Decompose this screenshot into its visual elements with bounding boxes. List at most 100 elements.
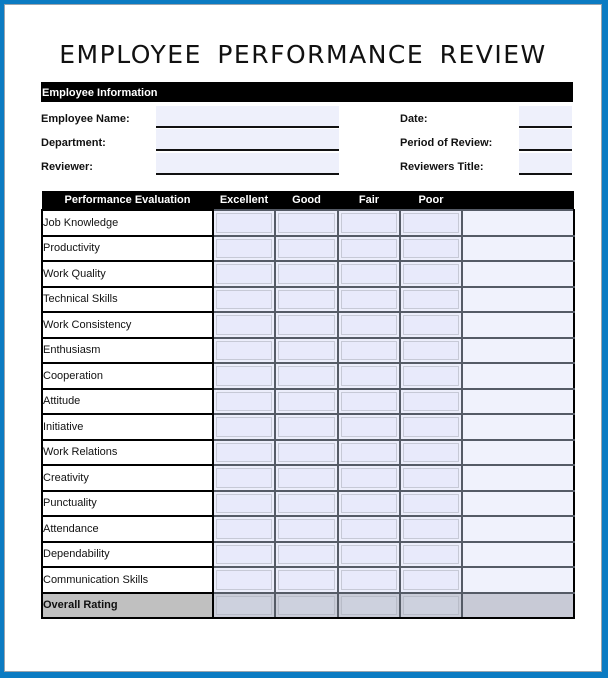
rating-cell-poor[interactable] xyxy=(399,464,463,492)
rating-input-fair[interactable] xyxy=(341,493,397,513)
rating-cell-good[interactable] xyxy=(274,260,339,288)
rating-cell-fair[interactable] xyxy=(337,311,401,339)
rating-cell-fair[interactable] xyxy=(337,489,401,517)
comment-field[interactable] xyxy=(461,438,575,466)
reviewers-title-field[interactable] xyxy=(519,153,572,175)
rating-cell-good[interactable] xyxy=(274,464,339,492)
rating-input-excellent[interactable] xyxy=(216,366,272,386)
rating-input-poor[interactable] xyxy=(403,289,459,309)
rating-cell-good[interactable] xyxy=(274,234,339,262)
rating-input-poor[interactable] xyxy=(403,493,459,513)
rating-cell-poor[interactable] xyxy=(399,362,463,390)
rating-input-good[interactable] xyxy=(278,570,335,590)
rating-input-good[interactable] xyxy=(278,238,335,258)
rating-input-poor[interactable] xyxy=(403,264,459,284)
rating-cell-excellent[interactable] xyxy=(212,387,276,415)
rating-cell-good[interactable] xyxy=(274,540,339,568)
rating-cell-excellent[interactable] xyxy=(212,209,276,237)
rating-input-good[interactable] xyxy=(278,315,335,335)
rating-cell-poor[interactable] xyxy=(399,489,463,517)
rating-input-excellent[interactable] xyxy=(216,442,272,462)
rating-input-excellent[interactable] xyxy=(216,391,272,411)
rating-cell-fair[interactable] xyxy=(337,336,401,364)
rating-cell-fair[interactable] xyxy=(337,515,401,543)
rating-cell-good[interactable] xyxy=(274,311,339,339)
rating-cell-excellent[interactable] xyxy=(212,413,276,441)
rating-cell-excellent[interactable] xyxy=(212,311,276,339)
comment-field[interactable] xyxy=(461,260,575,288)
employee-name-field[interactable] xyxy=(156,106,339,128)
rating-input-good[interactable] xyxy=(278,213,335,233)
rating-input-poor[interactable] xyxy=(403,442,459,462)
rating-cell-excellent[interactable] xyxy=(212,489,276,517)
rating-cell-good[interactable] xyxy=(274,209,339,237)
comment-field[interactable] xyxy=(461,515,575,543)
rating-input-fair[interactable] xyxy=(341,570,397,590)
rating-cell-excellent[interactable] xyxy=(212,285,276,313)
rating-input-fair[interactable] xyxy=(341,366,397,386)
rating-cell-fair[interactable] xyxy=(337,438,401,466)
rating-cell-poor[interactable] xyxy=(399,438,463,466)
department-field[interactable] xyxy=(156,129,339,151)
comment-field[interactable] xyxy=(461,540,575,568)
rating-cell-excellent[interactable] xyxy=(212,336,276,364)
rating-input-fair[interactable] xyxy=(341,213,397,233)
rating-input-excellent[interactable] xyxy=(216,264,272,284)
rating-cell-good[interactable] xyxy=(274,566,339,594)
rating-cell-poor[interactable] xyxy=(399,515,463,543)
period-of-review-field[interactable] xyxy=(519,129,572,151)
rating-input-good[interactable] xyxy=(278,519,335,539)
comment-field[interactable] xyxy=(461,413,575,441)
comment-field[interactable] xyxy=(461,285,575,313)
rating-cell-fair[interactable] xyxy=(337,362,401,390)
rating-cell-good[interactable] xyxy=(274,413,339,441)
rating-cell-good[interactable] xyxy=(274,438,339,466)
comment-field[interactable] xyxy=(461,464,575,492)
rating-cell-excellent[interactable] xyxy=(212,362,276,390)
rating-input-fair[interactable] xyxy=(341,595,397,615)
rating-input-good[interactable] xyxy=(278,417,335,437)
rating-input-good[interactable] xyxy=(278,340,335,360)
rating-input-excellent[interactable] xyxy=(216,570,272,590)
rating-input-excellent[interactable] xyxy=(216,468,272,488)
rating-cell-fair[interactable] xyxy=(337,413,401,441)
rating-cell-excellent[interactable] xyxy=(212,515,276,543)
rating-cell-excellent[interactable] xyxy=(212,566,276,594)
rating-cell-fair[interactable] xyxy=(337,591,401,619)
rating-input-poor[interactable] xyxy=(403,519,459,539)
rating-cell-poor[interactable] xyxy=(399,566,463,594)
rating-cell-good[interactable] xyxy=(274,591,339,619)
rating-cell-excellent[interactable] xyxy=(212,438,276,466)
rating-input-fair[interactable] xyxy=(341,442,397,462)
date-field[interactable] xyxy=(519,106,572,128)
rating-cell-poor[interactable] xyxy=(399,413,463,441)
rating-cell-poor[interactable] xyxy=(399,387,463,415)
rating-cell-fair[interactable] xyxy=(337,540,401,568)
reviewer-field[interactable] xyxy=(156,153,339,175)
rating-input-fair[interactable] xyxy=(341,264,397,284)
rating-input-good[interactable] xyxy=(278,264,335,284)
rating-input-good[interactable] xyxy=(278,289,335,309)
rating-input-poor[interactable] xyxy=(403,366,459,386)
rating-cell-fair[interactable] xyxy=(337,566,401,594)
rating-input-fair[interactable] xyxy=(341,519,397,539)
rating-cell-fair[interactable] xyxy=(337,387,401,415)
comment-field[interactable] xyxy=(461,362,575,390)
rating-cell-good[interactable] xyxy=(274,362,339,390)
rating-cell-good[interactable] xyxy=(274,387,339,415)
comment-field[interactable] xyxy=(461,209,575,237)
rating-cell-poor[interactable] xyxy=(399,260,463,288)
rating-input-good[interactable] xyxy=(278,544,335,564)
rating-input-poor[interactable] xyxy=(403,238,459,258)
rating-cell-fair[interactable] xyxy=(337,234,401,262)
rating-cell-good[interactable] xyxy=(274,285,339,313)
rating-input-good[interactable] xyxy=(278,442,335,462)
rating-cell-poor[interactable] xyxy=(399,336,463,364)
rating-input-good[interactable] xyxy=(278,493,335,513)
rating-cell-poor[interactable] xyxy=(399,311,463,339)
rating-input-poor[interactable] xyxy=(403,213,459,233)
rating-input-good[interactable] xyxy=(278,468,335,488)
rating-cell-fair[interactable] xyxy=(337,285,401,313)
rating-input-poor[interactable] xyxy=(403,570,459,590)
rating-input-poor[interactable] xyxy=(403,417,459,437)
